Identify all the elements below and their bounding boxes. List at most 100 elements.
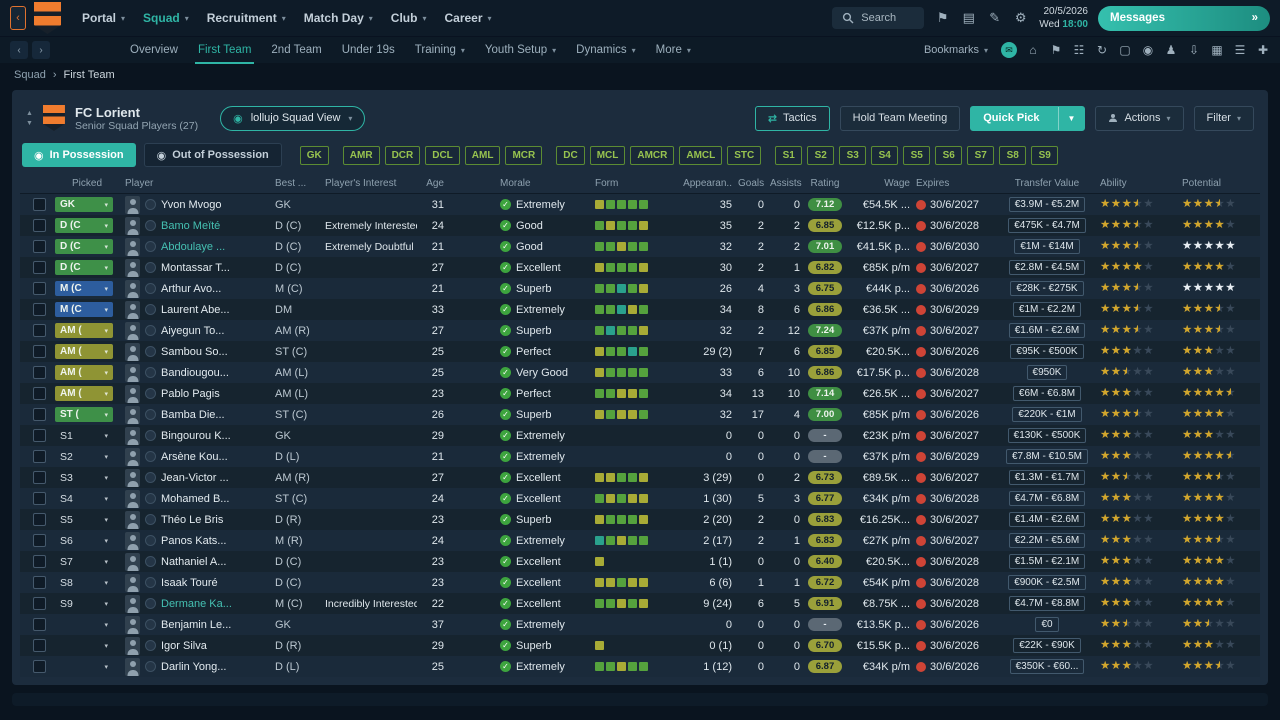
player-name[interactable]: Arthur Avo... <box>161 283 221 295</box>
menu-portal[interactable]: Portal ▾ <box>73 11 134 25</box>
player-name[interactable]: Montassar T... <box>161 262 230 274</box>
row-checkbox[interactable] <box>33 429 46 442</box>
refresh-icon[interactable]: ↻ <box>1095 43 1109 57</box>
table-row[interactable]: AM (▾ Pablo Pagis AM (L) 23 ✓ Perfect 34 13 10 7.… <box>20 383 1260 404</box>
table-row[interactable]: ▾ Igor Silva D (R) 29 ✓ Superb 0 (1) 0 0 6.70 €15.… <box>20 635 1260 656</box>
position-filter-s6[interactable]: S6 <box>935 145 963 165</box>
table-row[interactable]: S5 ▾ Théo Le Bris D (R) 23 ✓ Superb 2 (20) 2 0 6.8… <box>20 509 1260 530</box>
picked-selector[interactable]: S5 ▾ <box>55 514 113 526</box>
picked-selector[interactable]: S8 ▾ <box>55 577 113 589</box>
row-checkbox[interactable] <box>33 324 46 337</box>
table-row[interactable]: D (C ▾ Abdoulaye ... D (C) Extremely Doubtfu… <box>20 236 1260 257</box>
player-name[interactable]: Jean-Victor ... <box>161 472 229 484</box>
position-filter-s2[interactable]: S2 <box>807 145 835 165</box>
player-name[interactable]: Aiyegun To... <box>161 325 224 337</box>
table-row[interactable]: AM (▾ Aiyegun To... AM (R) 27 ✓ Superb 32 2 12 7.… <box>20 320 1260 341</box>
row-checkbox[interactable] <box>33 513 46 526</box>
table-row[interactable]: S1 ▾ Bingourou K... GK 29 ✓ Extremely 0 0 0- €23K … <box>20 425 1260 446</box>
tactics-button[interactable]: ⇄ Tactics <box>754 105 830 131</box>
picked-selector[interactable]: ▾ <box>55 663 113 671</box>
row-checkbox[interactable] <box>33 282 46 295</box>
row-checkbox[interactable] <box>33 240 46 253</box>
position-filter-amr[interactable]: AMR <box>342 145 380 165</box>
player-name[interactable]: Isaak Touré <box>161 577 218 589</box>
player-name[interactable]: Laurent Abe... <box>161 304 230 316</box>
player-name[interactable]: Panos Kats... <box>161 535 226 547</box>
settings-icon[interactable]: ⚙ <box>1012 10 1029 26</box>
position-filter-amcr[interactable]: AMCR <box>630 145 675 165</box>
position-filter-s8[interactable]: S8 <box>999 145 1027 165</box>
picked-selector[interactable]: ▾ <box>55 642 113 650</box>
tab-first-team[interactable]: First Team <box>188 37 261 64</box>
forward-button[interactable]: › <box>32 41 50 59</box>
picked-selector[interactable]: M (C ▾ <box>55 281 113 296</box>
table-row[interactable]: AM (▾ Sambou So... ST (C) 25 ✓ Perfect 29 (2) 7… <box>20 341 1260 362</box>
bookmarks-dropdown[interactable]: Bookmarks ▾ <box>924 44 988 56</box>
position-filter-gk[interactable]: GK <box>299 145 329 165</box>
picked-selector[interactable]: D (C ▾ <box>55 218 113 233</box>
row-checkbox[interactable] <box>33 198 46 211</box>
table-row[interactable]: S7 ▾ Nathaniel A... D (C) 23 ✓ Excellent 1 (1) 0… <box>20 551 1260 572</box>
kit-icon[interactable]: ⚑ <box>1049 43 1063 57</box>
player-name[interactable]: Pablo Pagis <box>161 388 220 400</box>
calendar-icon[interactable]: ▦ <box>1210 43 1224 57</box>
position-filter-s5[interactable]: S5 <box>903 145 931 165</box>
position-filter-aml[interactable]: AML <box>464 145 501 165</box>
table-row[interactable]: M (C ▾ Laurent Abe... DM 33 ✓ Extremely 34 8 6 6.8… <box>20 299 1260 320</box>
position-filter-s3[interactable]: S3 <box>839 145 867 165</box>
row-checkbox[interactable] <box>33 450 46 463</box>
table-row[interactable]: S6 ▾ Panos Kats... M (R) 24 ✓ Extremely 2 (17) 2… <box>20 530 1260 551</box>
download-icon[interactable]: ⇩ <box>1187 43 1201 57</box>
table-row[interactable]: AM (▾ Bandiougou... AM (L) 25 ✓ Very Good 33 6 1… <box>20 362 1260 383</box>
table-row[interactable]: ST (▾ Bamba Die... ST (C) 26 ✓ Superb 32 17 4 7.0… <box>20 404 1260 425</box>
position-filter-stc[interactable]: STC <box>727 145 762 165</box>
picked-selector[interactable]: S3 ▾ <box>55 472 113 484</box>
news-icon[interactable]: ✉ <box>1001 42 1017 58</box>
position-filter-dcr[interactable]: DCR <box>384 145 421 165</box>
player-name[interactable]: Sambou So... <box>161 346 228 358</box>
table-row[interactable]: ▾ Benjamin Le... GK 37 ✓ Extremely 0 0 0- €13.5K … <box>20 614 1260 635</box>
tab-youth-setup[interactable]: Youth Setup ▾ <box>475 37 566 64</box>
position-filter-dcl[interactable]: DCL <box>425 145 460 165</box>
player-name[interactable]: Abdoulaye ... <box>161 241 225 253</box>
quick-pick-button[interactable]: Quick Pick ▼ <box>970 105 1086 131</box>
player-name[interactable]: Bamo Meïté <box>161 220 220 232</box>
player-name[interactable]: Igor Silva <box>161 640 207 652</box>
row-checkbox[interactable] <box>33 534 46 547</box>
player-name[interactable]: Yvon Mvogo <box>161 199 222 211</box>
tab-in-possession[interactable]: ◉ In Possession <box>22 143 136 167</box>
picked-selector[interactable]: S1 ▾ <box>55 430 113 442</box>
row-checkbox[interactable] <box>33 345 46 358</box>
squad-icon[interactable]: ♟ <box>1164 43 1178 57</box>
row-checkbox[interactable] <box>33 471 46 484</box>
picked-selector[interactable]: S6 ▾ <box>55 535 113 547</box>
home-icon[interactable]: ⌂ <box>1026 43 1040 57</box>
hold-team-meeting-button[interactable]: Hold Team Meeting <box>839 105 961 131</box>
bookmark-icon[interactable]: ⚑ <box>934 10 951 26</box>
table-row[interactable]: ▾ Darlin Yong... D (L) 25 ✓ Extremely 1 (12) 0 0… <box>20 656 1260 677</box>
breadcrumb-parent[interactable]: Squad <box>14 69 46 81</box>
tab-dynamics[interactable]: Dynamics ▾ <box>566 37 646 64</box>
tab-out-of-possession[interactable]: ◉ Out of Possession <box>143 143 282 167</box>
table-row[interactable]: D (C ▾ Bamo Meïté D (C) Extremely Interested… <box>20 215 1260 236</box>
picked-selector[interactable]: ▾ <box>55 621 113 629</box>
tab-under-19s[interactable]: Under 19s <box>332 37 405 64</box>
picked-selector[interactable]: S7 ▾ <box>55 556 113 568</box>
announce-icon[interactable]: ◉ <box>1141 43 1155 57</box>
picked-selector[interactable]: AM (▾ <box>55 323 113 338</box>
player-name[interactable]: Bingourou K... <box>161 430 231 442</box>
row-checkbox[interactable] <box>33 639 46 652</box>
sidebar-toggle[interactable]: ‹ <box>10 6 26 30</box>
row-checkbox[interactable] <box>33 492 46 505</box>
tab-overview[interactable]: Overview <box>120 37 188 64</box>
row-checkbox[interactable] <box>33 387 46 400</box>
row-checkbox[interactable] <box>33 660 46 673</box>
row-checkbox[interactable] <box>33 576 46 589</box>
picked-selector[interactable]: S2 ▾ <box>55 451 113 463</box>
chevron-down-icon[interactable]: ▼ <box>1057 106 1085 130</box>
menu-recruitment[interactable]: Recruitment ▾ <box>198 11 295 25</box>
notes-icon[interactable]: ▤ <box>960 10 977 26</box>
row-checkbox[interactable] <box>33 597 46 610</box>
tab-training[interactable]: Training ▾ <box>405 37 475 64</box>
picked-selector[interactable]: AM (▾ <box>55 386 113 401</box>
